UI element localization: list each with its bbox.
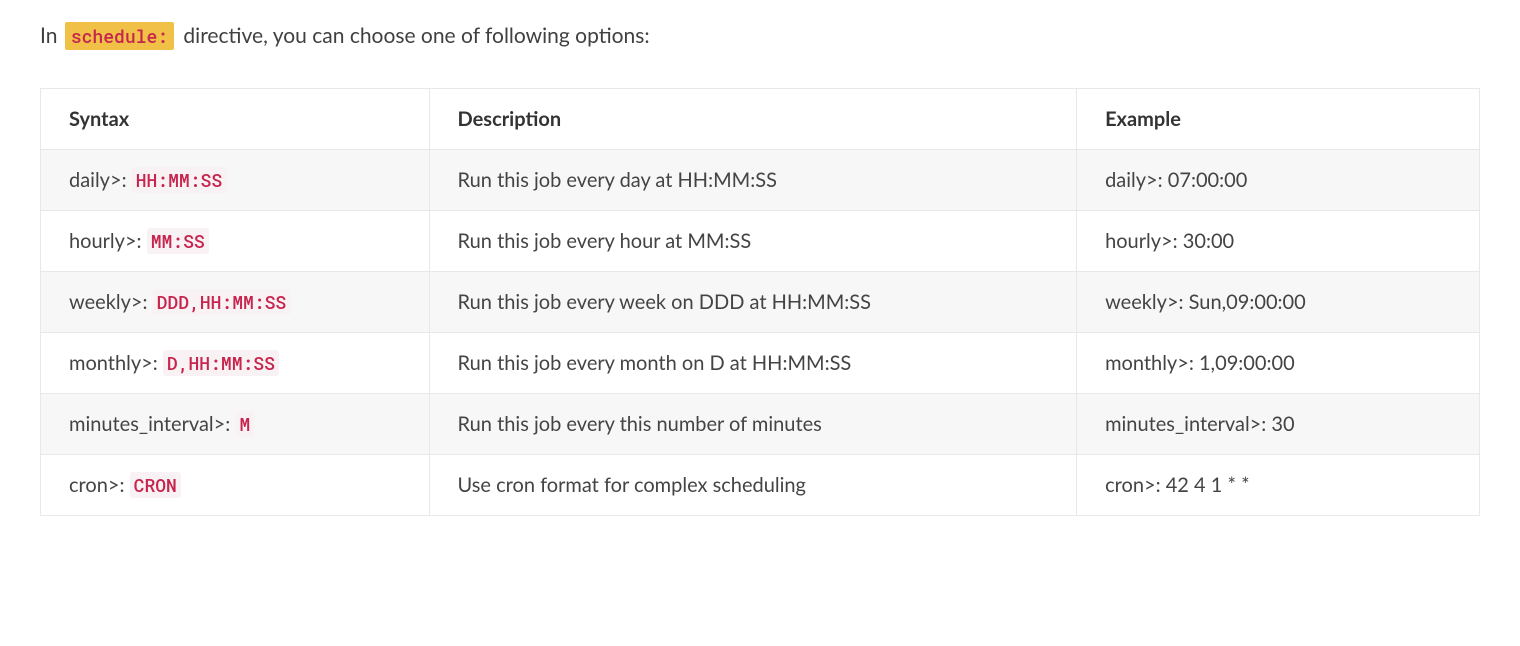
- table-row: monthly>: D,HH:MM:SS Run this job every …: [41, 332, 1480, 393]
- cell-syntax: weekly>: DDD,HH:MM:SS: [41, 271, 430, 332]
- cell-example: weekly>: Sun,09:00:00: [1077, 271, 1480, 332]
- cell-example: cron>: 42 4 1 * *: [1077, 454, 1480, 515]
- schedule-options-table: Syntax Description Example daily>: HH:MM…: [40, 88, 1480, 516]
- cell-example: hourly>: 30:00: [1077, 210, 1480, 271]
- header-example: Example: [1077, 88, 1480, 149]
- cell-example: monthly>: 1,09:00:00: [1077, 332, 1480, 393]
- table-row: minutes_interval>: M Run this job every …: [41, 393, 1480, 454]
- syntax-code: M: [235, 411, 254, 437]
- syntax-prefix: weekly>:: [69, 290, 153, 314]
- cell-description: Run this job every month on D at HH:MM:S…: [429, 332, 1077, 393]
- syntax-code: CRON: [130, 472, 181, 498]
- table-body: daily>: HH:MM:SS Run this job every day …: [41, 149, 1480, 515]
- table-row: weekly>: DDD,HH:MM:SS Run this job every…: [41, 271, 1480, 332]
- intro-prefix: In: [40, 23, 63, 48]
- cell-description: Run this job every day at HH:MM:SS: [429, 149, 1077, 210]
- cell-syntax: daily>: HH:MM:SS: [41, 149, 430, 210]
- syntax-code: D,HH:MM:SS: [163, 350, 279, 376]
- cell-example: daily>: 07:00:00: [1077, 149, 1480, 210]
- syntax-prefix: cron>:: [69, 473, 130, 497]
- syntax-prefix: daily>:: [69, 168, 132, 192]
- cell-description: Run this job every week on DDD at HH:MM:…: [429, 271, 1077, 332]
- intro-highlight-code: schedule:: [65, 22, 174, 50]
- cell-example: minutes_interval>: 30: [1077, 393, 1480, 454]
- syntax-prefix: monthly>:: [69, 351, 163, 375]
- table-row: cron>: CRON Use cron format for complex …: [41, 454, 1480, 515]
- cell-syntax: cron>: CRON: [41, 454, 430, 515]
- cell-description: Use cron format for complex scheduling: [429, 454, 1077, 515]
- syntax-code: HH:MM:SS: [132, 167, 226, 193]
- cell-description: Run this job every hour at MM:SS: [429, 210, 1077, 271]
- cell-syntax: minutes_interval>: M: [41, 393, 430, 454]
- syntax-code: MM:SS: [147, 228, 209, 254]
- syntax-prefix: minutes_interval>:: [69, 412, 235, 436]
- table-header-row: Syntax Description Example: [41, 88, 1480, 149]
- syntax-prefix: hourly>:: [69, 229, 147, 253]
- intro-paragraph: In schedule: directive, you can choose o…: [40, 20, 1480, 52]
- cell-syntax: monthly>: D,HH:MM:SS: [41, 332, 430, 393]
- intro-suffix: directive, you can choose one of followi…: [178, 23, 650, 48]
- header-syntax: Syntax: [41, 88, 430, 149]
- cell-description: Run this job every this number of minute…: [429, 393, 1077, 454]
- cell-syntax: hourly>: MM:SS: [41, 210, 430, 271]
- table-row: hourly>: MM:SS Run this job every hour a…: [41, 210, 1480, 271]
- syntax-code: DDD,HH:MM:SS: [153, 289, 291, 315]
- table-row: daily>: HH:MM:SS Run this job every day …: [41, 149, 1480, 210]
- header-description: Description: [429, 88, 1077, 149]
